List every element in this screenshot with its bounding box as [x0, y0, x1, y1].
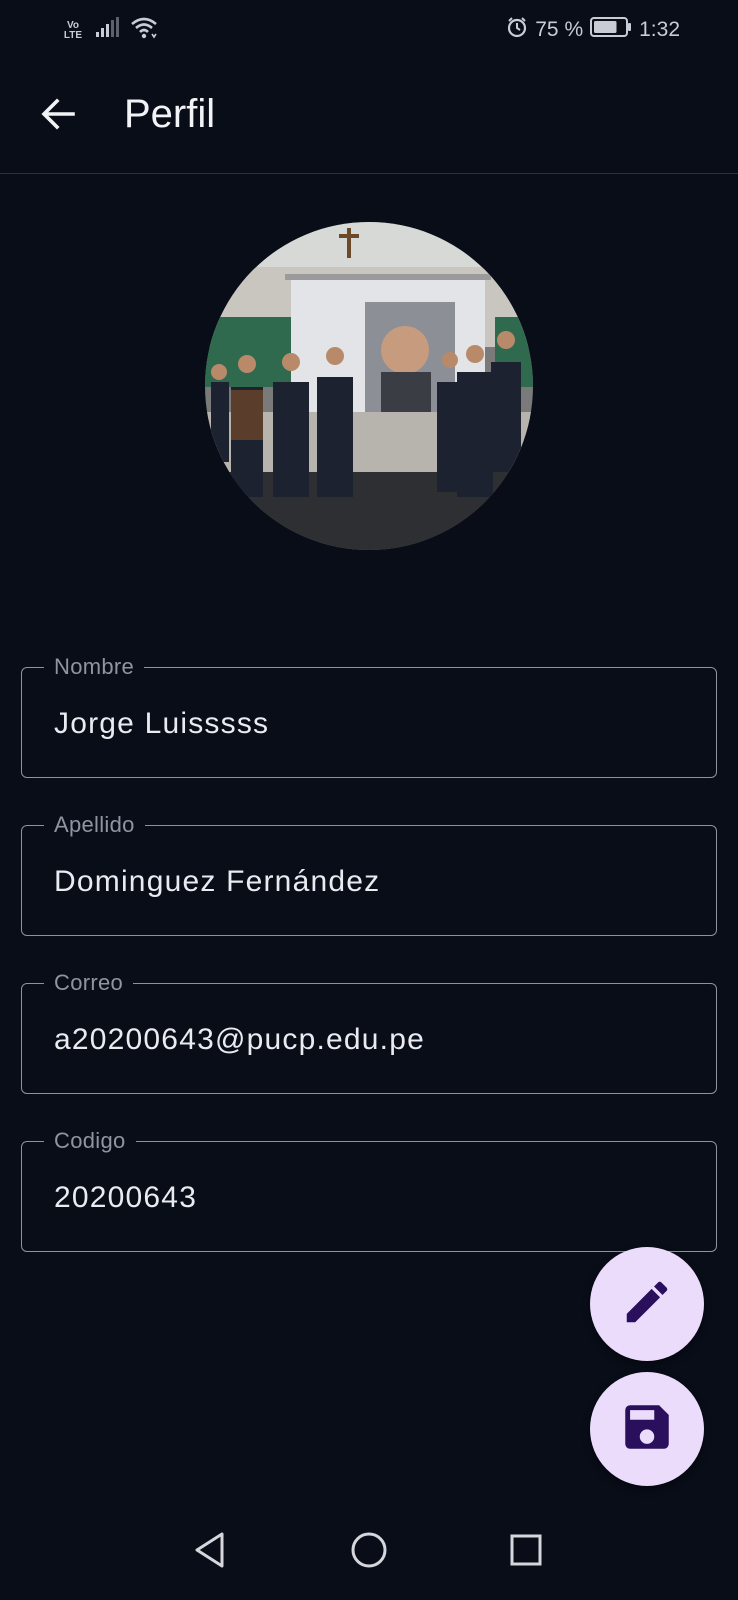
- status-left: Vo LTE: [62, 16, 158, 45]
- nav-recents-button[interactable]: [496, 1522, 556, 1582]
- codigo-label: Codigo: [44, 1128, 136, 1154]
- volte-indicator: Vo LTE: [62, 19, 84, 41]
- volte-top: Vo: [66, 19, 80, 31]
- wifi-icon: [130, 16, 158, 45]
- battery-percent: 75 %: [535, 18, 584, 41]
- system-nav-bar: [0, 1520, 738, 1600]
- profile-photo[interactable]: [205, 222, 533, 550]
- clock-time: 1:32: [639, 18, 680, 41]
- correo-label: Correo: [44, 970, 134, 996]
- battery-icon: [590, 16, 632, 44]
- edit-button[interactable]: [590, 1247, 704, 1361]
- codigo-field[interactable]: Codigo 20200643: [21, 1128, 717, 1252]
- floppy-disk-icon: [618, 1398, 676, 1461]
- arrow-back-icon: [39, 97, 77, 136]
- alarm-icon: [506, 16, 528, 44]
- apellido-label: Apellido: [44, 812, 145, 838]
- back-button[interactable]: [30, 88, 86, 144]
- signal-icon: [94, 17, 120, 44]
- save-button[interactable]: [590, 1372, 704, 1486]
- battery-fill: [594, 21, 617, 33]
- nombre-value[interactable]: Jorge Luisssss: [54, 706, 269, 742]
- pencil-icon: [620, 1275, 674, 1334]
- apellido-value[interactable]: Dominguez Fernández: [54, 864, 380, 900]
- page-title: Perfil: [124, 92, 216, 136]
- app-bar: Perfil: [0, 70, 738, 174]
- codigo-value[interactable]: 20200643: [54, 1180, 197, 1216]
- recents-square-icon: [508, 1532, 544, 1573]
- status-bar: Vo LTE 75 % 1:32: [0, 0, 738, 60]
- volte-bottom: LTE: [63, 29, 83, 41]
- apellido-field[interactable]: Apellido Dominguez Fernández: [21, 812, 717, 936]
- status-right: 75 % 1:32: [506, 16, 680, 44]
- back-triangle-icon: [192, 1531, 228, 1574]
- correo-field[interactable]: Correo a20200643@pucp.edu.pe: [21, 970, 717, 1094]
- correo-value[interactable]: a20200643@pucp.edu.pe: [54, 1022, 425, 1058]
- nombre-field[interactable]: Nombre Jorge Luisssss: [21, 654, 717, 778]
- nav-back-button[interactable]: [180, 1522, 240, 1582]
- nombre-label: Nombre: [44, 654, 145, 680]
- home-circle-icon: [350, 1531, 388, 1574]
- nav-home-button[interactable]: [339, 1522, 399, 1582]
